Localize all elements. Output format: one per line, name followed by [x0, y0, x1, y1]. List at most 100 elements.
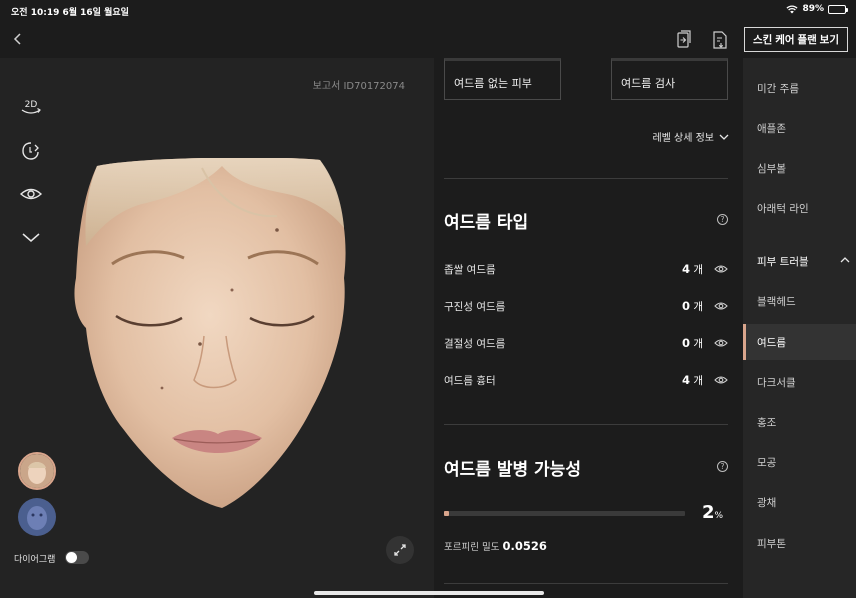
- chevron-up-icon: [840, 257, 850, 263]
- sidebar-item-redness[interactable]: 홍조: [743, 404, 856, 440]
- face-thumbnail-photo[interactable]: [18, 452, 56, 490]
- count-unit: 개: [693, 301, 703, 313]
- acne-likelihood-title: 여드름 발병 가능성: [444, 460, 581, 480]
- sidebar-item-label: 애플존: [757, 122, 786, 135]
- help-icon[interactable]: ?: [717, 461, 728, 472]
- sidebar-item-label: 모공: [757, 456, 777, 469]
- acne-type-row: 구진성 여드름 0 개: [444, 299, 728, 315]
- help-icon[interactable]: ?: [717, 214, 728, 225]
- acne-type-count: 4 개: [682, 262, 703, 277]
- acne-type-name: 결절성 여드름: [444, 338, 506, 350]
- wifi-icon: [786, 4, 799, 13]
- tab-acne-free-skin[interactable]: 여드름 없는 피부: [444, 58, 561, 100]
- divider: [444, 583, 728, 584]
- face-photo-thumb: [20, 454, 54, 488]
- sidebar-item-blackhead[interactable]: 블랙헤드: [743, 283, 856, 319]
- chevron-left-icon[interactable]: [12, 31, 24, 47]
- sidebar-item-label: 아래턱 라인: [757, 202, 809, 215]
- acne-type-title: 여드름 타입: [444, 213, 529, 233]
- tab-acne-check-label: 여드름 검사: [621, 77, 676, 90]
- level-detail-link[interactable]: 레벨 상세 정보: [652, 129, 729, 144]
- top-bar: 스킨 케어 플랜 보기: [0, 22, 856, 58]
- rotate-face-button[interactable]: [18, 138, 44, 164]
- acne-type-name: 여드름 흉터: [444, 375, 496, 387]
- likelihood-progress-bar: [444, 511, 685, 516]
- 2d-view-button[interactable]: 2D: [18, 95, 44, 121]
- sidebar-item-label: 블랙헤드: [757, 295, 796, 308]
- 2d-view-icon: 2D: [21, 100, 41, 114]
- eye-view-icon: [19, 188, 43, 200]
- level-detail-label: 레벨 상세 정보: [652, 133, 714, 144]
- porphyrin-density: 포르피린 밀도 0.0526: [444, 539, 547, 553]
- eye-toggle-icon[interactable]: [714, 374, 728, 386]
- toggle-knob: [66, 552, 77, 563]
- export-report-icon[interactable]: [711, 30, 729, 50]
- eye-toggle-icon[interactable]: [714, 300, 728, 312]
- sidebar-item-pores[interactable]: 모공: [743, 444, 856, 480]
- home-indicator[interactable]: [314, 591, 544, 595]
- count-unit: 개: [693, 338, 703, 350]
- progress-fill: [444, 511, 449, 516]
- status-time: 오전 10:19 6월 16일 월요일: [11, 8, 129, 18]
- sidebar-item-label: 여드름: [757, 336, 786, 349]
- sidebar-item-label: 광채: [757, 496, 777, 509]
- sidebar-item-label: 미간 주름: [757, 82, 799, 95]
- eye-toggle-icon[interactable]: [714, 337, 728, 349]
- acne-type-count: 0 개: [682, 336, 703, 351]
- acne-type-name: 좁쌀 여드름: [444, 264, 496, 276]
- count-unit: 개: [693, 264, 703, 276]
- sidebar-item-dark-circle[interactable]: 다크서클: [743, 364, 856, 400]
- face-scan-image: [74, 158, 346, 508]
- tab-acne-check[interactable]: 여드름 검사: [611, 58, 728, 100]
- percent-unit: %: [714, 511, 724, 521]
- divider: [444, 424, 728, 425]
- sidebar-item-label: 다크서클: [757, 376, 796, 389]
- acne-type-name: 구진성 여드름: [444, 301, 506, 313]
- eye-toggle-icon[interactable]: [714, 263, 728, 275]
- count-unit: 개: [693, 375, 703, 387]
- category-sidebar: 미간 주름 애플존 심부볼 아래턱 라인 피부 트러블 블랙헤드 여드름 다크서…: [743, 58, 856, 598]
- more-tools-button[interactable]: [18, 224, 44, 250]
- sidebar-item-skin-tone[interactable]: 피부톤: [743, 525, 856, 561]
- sidebar-item-radiance[interactable]: 광채: [743, 484, 856, 520]
- sidebar-item-label: 홍조: [757, 416, 777, 429]
- compare-report-icon[interactable]: [675, 30, 693, 50]
- percent-value: 2: [702, 502, 715, 523]
- detail-panel: 여드름 없는 피부 여드름 검사 레벨 상세 정보 여드름 타입 ? 좁쌀 여드…: [434, 58, 743, 598]
- skin-care-plan-button[interactable]: 스킨 케어 플랜 보기: [744, 27, 848, 52]
- tab-acne-free-skin-label: 여드름 없는 피부: [454, 77, 532, 90]
- count-value: 0: [681, 299, 690, 313]
- acne-type-row: 좁쌀 여드름 4 개: [444, 262, 728, 278]
- eye-view-button[interactable]: [18, 181, 44, 207]
- sidebar-section-skin-trouble[interactable]: 피부 트러블: [743, 243, 856, 279]
- face-analysis-thumb: [18, 498, 56, 536]
- count-value: 0: [681, 336, 690, 350]
- sidebar-item-label: 심부볼: [757, 162, 786, 175]
- expand-view-button[interactable]: [386, 536, 414, 564]
- diagram-toggle[interactable]: [65, 551, 89, 564]
- acne-type-row: 여드름 흉터 4 개: [444, 373, 728, 389]
- diagram-label: 다이어그램: [14, 555, 56, 565]
- divider: [444, 178, 728, 179]
- count-value: 4: [681, 373, 690, 387]
- porphyrin-value: 0.0526: [502, 539, 547, 553]
- face-view-panel: 보고서 ID70172074 2D 다이어그램: [0, 58, 434, 598]
- rotate-face-icon: [22, 142, 39, 160]
- report-id: 보고서 ID70172074: [312, 81, 405, 92]
- 2d-view-label: 2D: [25, 100, 38, 110]
- porphyrin-label: 포르피린 밀도: [444, 542, 500, 553]
- status-right: 89%: [786, 4, 848, 14]
- sidebar-item-label: 피부 트러블: [757, 255, 809, 268]
- chevron-down-icon: [719, 134, 729, 140]
- sidebar-item-apple-zone[interactable]: 애플존: [743, 110, 856, 146]
- face-thumbnail-analysis[interactable]: [18, 498, 56, 536]
- chevron-down-icon: [22, 233, 40, 242]
- sidebar-item-label: 피부톤: [757, 537, 786, 550]
- sidebar-item-glabella-wrinkles[interactable]: 미간 주름: [743, 70, 856, 106]
- acne-type-row: 결절성 여드름 0 개: [444, 336, 728, 352]
- sidebar-item-jawline[interactable]: 아래턱 라인: [743, 190, 856, 226]
- sidebar-item-deep-cheek[interactable]: 심부볼: [743, 150, 856, 186]
- acne-type-count: 0 개: [682, 299, 703, 314]
- expand-icon: [394, 544, 406, 556]
- sidebar-item-acne[interactable]: 여드름: [743, 324, 856, 360]
